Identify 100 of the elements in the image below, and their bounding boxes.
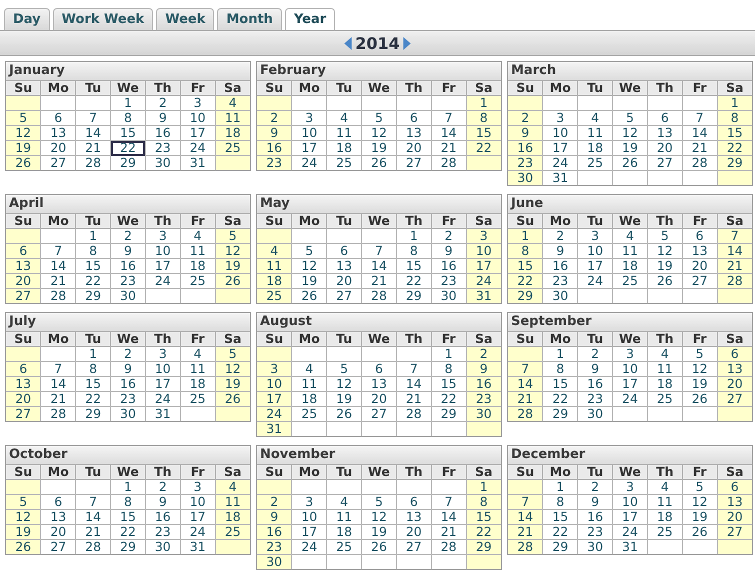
day-cell[interactable]: 5 <box>682 480 718 494</box>
day-cell[interactable]: 7 <box>40 244 76 258</box>
day-cell[interactable]: 15 <box>76 376 111 392</box>
day-cell[interactable]: 26 <box>326 406 362 422</box>
day-cell[interactable]: 17 <box>612 376 648 392</box>
day-cell[interactable]: 22 <box>110 140 146 156</box>
day-cell[interactable]: 18 <box>292 392 327 406</box>
day-cell[interactable]: 21 <box>40 392 76 406</box>
day-cell[interactable]: 19 <box>682 376 718 392</box>
day-cell[interactable]: 29 <box>542 406 578 421</box>
day-cell[interactable]: 28 <box>508 540 543 554</box>
day-cell[interactable]: 2 <box>145 96 180 110</box>
day-cell[interactable]: 24 <box>612 524 648 540</box>
day-cell[interactable]: 22 <box>542 392 578 406</box>
day-cell[interactable]: 28 <box>508 406 543 421</box>
day-cell[interactable]: 23 <box>431 274 466 288</box>
view-tab[interactable]: Year <box>284 8 336 30</box>
day-cell[interactable]: 1 <box>76 346 111 362</box>
day-cell[interactable]: 4 <box>292 362 327 376</box>
day-cell[interactable]: 19 <box>362 524 396 540</box>
day-cell[interactable]: 2 <box>542 228 578 244</box>
day-cell[interactable]: 2 <box>145 480 180 494</box>
day-cell[interactable]: 31 <box>145 406 180 421</box>
day-cell[interactable]: 31 <box>466 288 501 303</box>
day-cell[interactable]: 28 <box>717 274 752 288</box>
day-cell[interactable]: 8 <box>466 494 501 510</box>
day-cell[interactable]: 18 <box>647 510 682 524</box>
day-cell[interactable]: 20 <box>717 376 752 392</box>
day-cell[interactable]: 2 <box>578 480 613 494</box>
day-cell[interactable]: 4 <box>215 480 250 494</box>
day-cell[interactable]: 18 <box>326 140 362 156</box>
day-cell[interactable]: 30 <box>578 406 613 421</box>
view-tab[interactable]: Work Week <box>52 8 154 30</box>
day-cell[interactable]: 12 <box>647 244 682 258</box>
day-cell[interactable]: 19 <box>612 140 648 156</box>
day-cell[interactable]: 13 <box>396 510 432 524</box>
day-cell[interactable]: 27 <box>717 392 752 406</box>
day-cell[interactable]: 23 <box>508 156 543 170</box>
day-cell[interactable]: 15 <box>396 258 432 274</box>
day-cell[interactable]: 24 <box>292 540 327 554</box>
day-cell[interactable]: 11 <box>326 510 362 524</box>
day-cell[interactable]: 6 <box>396 494 432 510</box>
day-cell[interactable]: 14 <box>40 376 76 392</box>
day-cell[interactable]: 15 <box>466 510 501 524</box>
day-cell[interactable]: 8 <box>76 362 111 376</box>
day-cell[interactable]: 10 <box>612 494 648 510</box>
day-cell[interactable]: 1 <box>431 346 466 362</box>
day-cell[interactable]: 21 <box>362 274 396 288</box>
day-cell[interactable]: 22 <box>396 274 432 288</box>
day-cell[interactable]: 25 <box>612 274 648 288</box>
day-cell[interactable]: 21 <box>396 392 432 406</box>
day-cell[interactable]: 9 <box>145 494 180 510</box>
day-cell[interactable]: 16 <box>257 524 292 540</box>
day-cell[interactable]: 27 <box>717 524 752 540</box>
day-cell[interactable]: 25 <box>215 524 250 540</box>
day-cell[interactable]: 17 <box>180 510 216 524</box>
day-cell[interactable]: 24 <box>612 392 648 406</box>
day-cell[interactable]: 20 <box>396 524 432 540</box>
day-cell[interactable]: 17 <box>292 140 327 156</box>
day-cell[interactable]: 5 <box>362 110 396 126</box>
day-cell[interactable]: 14 <box>717 244 752 258</box>
day-cell[interactable]: 16 <box>145 126 180 140</box>
day-cell[interactable]: 7 <box>508 362 543 376</box>
day-cell[interactable]: 24 <box>145 274 180 288</box>
day-cell[interactable]: 5 <box>682 346 718 362</box>
day-cell[interactable]: 13 <box>647 126 682 140</box>
day-cell[interactable]: 20 <box>40 524 76 540</box>
day-cell[interactable]: 7 <box>40 362 76 376</box>
day-cell[interactable]: 15 <box>431 376 466 392</box>
day-cell[interactable]: 1 <box>396 228 432 244</box>
day-cell[interactable]: 3 <box>542 110 578 126</box>
day-cell[interactable]: 27 <box>396 540 432 554</box>
day-cell[interactable]: 16 <box>578 510 613 524</box>
day-cell[interactable]: 21 <box>508 392 543 406</box>
day-cell[interactable]: 14 <box>431 510 466 524</box>
day-cell[interactable]: 23 <box>110 274 146 288</box>
day-cell[interactable]: 11 <box>647 494 682 510</box>
day-cell[interactable]: 11 <box>180 244 216 258</box>
day-cell[interactable]: 18 <box>647 376 682 392</box>
day-cell[interactable]: 25 <box>578 156 613 170</box>
day-cell[interactable]: 14 <box>396 376 432 392</box>
day-cell[interactable]: 26 <box>6 156 41 170</box>
day-cell[interactable]: 4 <box>647 480 682 494</box>
day-cell[interactable]: 5 <box>215 346 250 362</box>
day-cell[interactable]: 3 <box>466 228 501 244</box>
day-cell[interactable]: 24 <box>257 406 292 422</box>
day-cell[interactable]: 20 <box>647 140 682 156</box>
day-cell[interactable]: 11 <box>612 244 648 258</box>
day-cell[interactable]: 12 <box>215 362 250 376</box>
day-cell[interactable]: 24 <box>542 156 578 170</box>
day-cell[interactable]: 17 <box>466 258 501 274</box>
day-cell[interactable]: 9 <box>257 510 292 524</box>
day-cell[interactable]: 15 <box>76 258 111 274</box>
day-cell[interactable]: 7 <box>76 494 111 510</box>
day-cell[interactable]: 14 <box>76 510 111 524</box>
day-cell[interactable]: 4 <box>180 228 216 244</box>
day-cell[interactable]: 28 <box>40 406 76 421</box>
day-cell[interactable]: 9 <box>578 362 613 376</box>
day-cell[interactable]: 31 <box>257 422 292 436</box>
day-cell[interactable]: 9 <box>466 362 501 376</box>
